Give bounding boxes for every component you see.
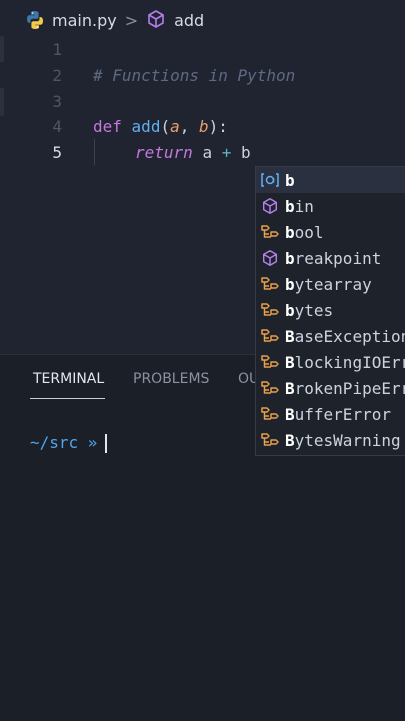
method-icon <box>259 195 281 217</box>
comma: , <box>179 116 199 136</box>
line-number: 1 <box>52 39 62 59</box>
text-cursor <box>105 434 108 453</box>
suggestion-item[interactable]: b <box>256 167 405 193</box>
function-definition: def add(a, b): <box>93 117 228 136</box>
class-icon <box>259 377 281 399</box>
suggestion-label: bytearray <box>285 274 372 294</box>
code-line-active: 5 return a + b <box>0 139 405 165</box>
line-number: 5 <box>52 142 62 162</box>
suggestion-label: bytes <box>285 300 334 320</box>
function-name: add <box>131 116 161 136</box>
code-line: 4 def add(a, b): <box>0 113 405 139</box>
suggestion-item[interactable]: bytearray <box>256 271 405 297</box>
suggestion-label: BaseException <box>285 326 405 346</box>
python-file-icon <box>24 9 46 31</box>
suggestion-label: BlockingIOError <box>285 352 405 372</box>
suggestion-label: BufferError <box>285 404 391 424</box>
prompt-text: ~/src » <box>30 433 98 452</box>
param-b: b <box>199 116 209 136</box>
var-a: a <box>202 142 213 162</box>
suggestion-label: BytesWarning <box>285 430 401 450</box>
code-line: 1 <box>0 36 405 62</box>
suggestion-item[interactable]: bytes <box>256 297 405 323</box>
suggestion-item[interactable]: BaseException <box>256 323 405 349</box>
class-icon <box>259 299 281 321</box>
breadcrumb: main.py > add <box>0 0 405 40</box>
cube-icon <box>146 9 168 31</box>
chevron-right-icon: > <box>124 10 139 30</box>
suggestion-item[interactable]: BytesWarning <box>256 427 405 453</box>
suggestion-item[interactable]: BlockingIOError <box>256 349 405 375</box>
suggestion-item[interactable]: bin <box>256 193 405 219</box>
line-number: 4 <box>52 116 62 136</box>
suggestion-label: bin <box>285 196 314 216</box>
autocomplete-popup[interactable]: b bin bool breakpoint bytearray bytes BaseExce… <box>255 166 405 456</box>
param-a: a <box>170 116 180 136</box>
tab-terminal[interactable]: TERMINAL <box>33 371 104 387</box>
variable-icon <box>259 169 281 191</box>
class-icon <box>259 429 281 451</box>
suggestion-item[interactable]: BrokenPipeError <box>256 375 405 401</box>
class-icon <box>259 351 281 373</box>
class-icon <box>259 403 281 425</box>
terminal-prompt[interactable]: ~/src » <box>30 433 108 453</box>
class-icon <box>259 325 281 347</box>
breadcrumb-file[interactable]: main.py <box>52 11 117 30</box>
active-tab-indicator <box>30 398 105 399</box>
tab-problems[interactable]: PROBLEMS <box>133 371 209 387</box>
code-comment: # Functions in Python <box>93 65 296 85</box>
operator-plus: + <box>221 142 232 162</box>
keyword-return: return <box>135 142 193 162</box>
suggestion-label: breakpoint <box>285 248 382 268</box>
suggestion-item[interactable]: BufferError <box>256 401 405 427</box>
suggestion-label: BrokenPipeError <box>285 378 405 398</box>
class-icon <box>259 221 281 243</box>
var-b: b <box>241 142 251 162</box>
method-icon <box>259 247 281 269</box>
code-line: 2 # Functions in Python <box>0 62 405 88</box>
code-line: 3 <box>0 88 405 114</box>
paren-open: ( <box>160 116 171 136</box>
suggestion-label: b <box>285 170 295 190</box>
suggestion-item[interactable]: bool <box>256 219 405 245</box>
class-icon <box>259 273 281 295</box>
breadcrumb-symbol[interactable]: add <box>174 11 204 30</box>
suggestion-item[interactable]: breakpoint <box>256 245 405 271</box>
indent-guide <box>94 139 95 165</box>
paren-close: ): <box>208 116 228 136</box>
return-statement: return a + b <box>135 143 251 162</box>
line-number: 2 <box>52 65 62 85</box>
keyword-def: def <box>93 116 122 136</box>
line-number: 3 <box>52 91 62 111</box>
suggestion-label: bool <box>285 222 324 242</box>
